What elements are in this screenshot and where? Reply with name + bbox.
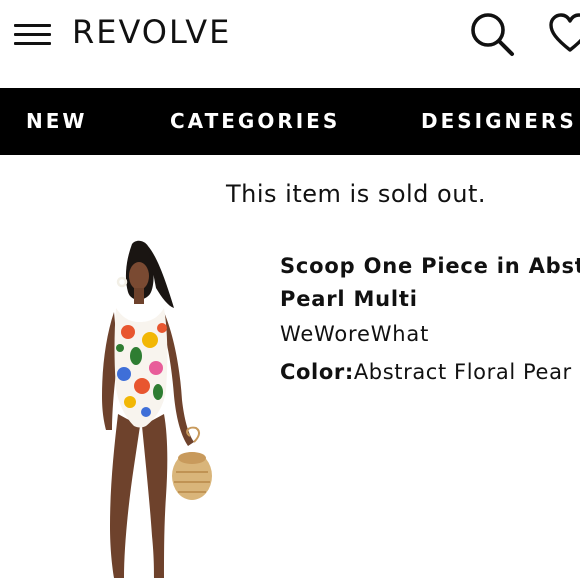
product-color: Color:Abstract Floral Pear — [280, 357, 580, 387]
color-value: Abstract Floral Pear — [353, 360, 572, 384]
nav-item-categories[interactable]: CATEGORIES — [170, 88, 340, 155]
main-navigation: NEW CATEGORIES DESIGNERS — [0, 88, 580, 155]
nav-item-new[interactable]: NEW — [26, 88, 87, 155]
search-icon[interactable] — [466, 8, 518, 60]
site-header: REVOLVE — [0, 0, 580, 88]
hamburger-menu-icon[interactable] — [14, 22, 52, 48]
color-label: Color: — [280, 360, 354, 384]
product-name-line-2: Pearl Multi — [280, 287, 418, 311]
nav-item-designers[interactable]: DESIGNERS — [421, 88, 577, 155]
sold-out-message: This item is sold out. — [226, 180, 486, 208]
heart-icon[interactable] — [548, 12, 580, 56]
site-logo[interactable]: REVOLVE — [72, 12, 231, 52]
product-info: Scoop One Piece in Abstr Pearl Multi WeW… — [280, 250, 580, 387]
product-image[interactable] — [84, 236, 224, 580]
product-name-line-1: Scoop One Piece in Abstr — [280, 254, 580, 278]
product-name[interactable]: Scoop One Piece in Abstr Pearl Multi — [280, 250, 580, 316]
brand-name[interactable]: WeWoreWhat — [280, 319, 580, 349]
